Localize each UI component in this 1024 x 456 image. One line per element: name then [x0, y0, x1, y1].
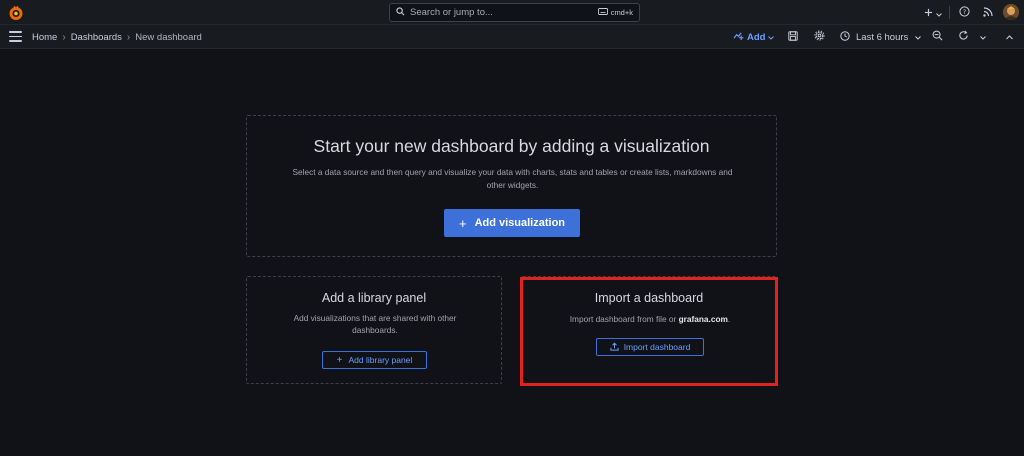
breadcrumb: Home › Dashboards › New dashboard [32, 25, 202, 49]
divider [949, 6, 950, 19]
new-menu-button[interactable] [924, 4, 942, 21]
clock-icon [840, 30, 850, 44]
add-button-label: Add [747, 31, 766, 43]
chevron-down-icon [936, 4, 942, 22]
add-visualization-label: Add visualization [474, 217, 566, 229]
collapse-button[interactable] [1006, 25, 1013, 49]
zoom-out-button[interactable] [932, 25, 943, 49]
save-icon [788, 30, 798, 44]
add-button[interactable]: Add [733, 25, 775, 49]
shortcut-label: cmd+k [610, 8, 633, 17]
empty-dashboard-panel: Start your new dashboard by adding a vis… [246, 115, 777, 257]
search-input[interactable]: Search or jump to... cmd+k [389, 3, 640, 22]
library-card-description: Add visualizations that are shared with … [293, 313, 457, 335]
breadcrumb-separator-icon: › [62, 31, 66, 43]
settings-button[interactable] [814, 25, 825, 49]
user-avatar[interactable] [1003, 4, 1019, 20]
refresh-interval-button[interactable] [980, 25, 986, 49]
chevron-down-icon [980, 32, 986, 43]
empty-state-description: Select a data source and then query and … [292, 167, 733, 190]
news-button[interactable] [983, 4, 993, 21]
breadcrumb-home[interactable]: Home [32, 32, 57, 43]
grafana-logo-icon[interactable] [8, 5, 24, 21]
save-button[interactable] [788, 25, 798, 49]
keyboard-icon [597, 8, 608, 17]
highlight-box [520, 277, 778, 386]
search-placeholder: Search or jump to... [410, 7, 493, 18]
add-library-panel-label: Add library panel [348, 355, 413, 365]
rss-icon [983, 4, 993, 22]
library-panel-card: Add a library panel Add visualizations t… [246, 276, 502, 384]
search-icon [396, 6, 405, 19]
nav-bar: Home › Dashboards › New dashboard Add La… [0, 25, 1024, 49]
keyboard-shortcut: cmd+k [597, 8, 633, 17]
refresh-icon [958, 30, 969, 44]
svg-text:?: ? [963, 7, 966, 15]
breadcrumb-current: New dashboard [135, 31, 202, 43]
add-visualization-button[interactable]: + Add visualization [444, 209, 580, 237]
menu-toggle-icon[interactable] [9, 31, 22, 42]
gear-icon [814, 30, 825, 44]
chevron-down-icon [768, 32, 775, 43]
chevron-down-icon [915, 32, 922, 43]
time-range-label: Last 6 hours [856, 31, 909, 43]
add-library-panel-button[interactable]: + Add library panel [322, 351, 427, 369]
add-panel-icon [733, 31, 744, 43]
empty-state-title: Start your new dashboard by adding a vis… [313, 136, 710, 156]
breadcrumb-separator-icon: › [126, 31, 131, 43]
chevron-up-icon [1006, 32, 1013, 43]
plus-icon: + [458, 215, 467, 231]
breadcrumb-dashboards[interactable]: Dashboards [71, 32, 122, 43]
plus-icon [924, 4, 933, 22]
library-card-title: Add a library panel [321, 291, 427, 305]
zoom-out-icon [932, 30, 943, 44]
time-picker[interactable]: Last 6 hours [840, 25, 922, 49]
help-icon: ? [959, 4, 970, 22]
top-bar: Search or jump to... cmd+k ? [0, 0, 1024, 25]
help-button[interactable]: ? [959, 4, 970, 21]
plus-icon: + [336, 354, 343, 366]
refresh-button[interactable] [958, 25, 969, 49]
